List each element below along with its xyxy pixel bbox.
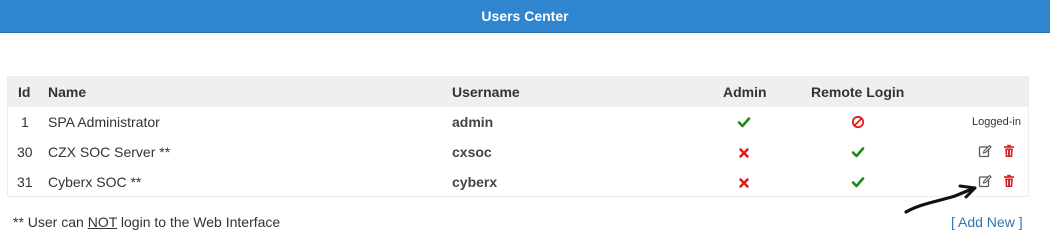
table-header-row: Id Name Username Admin Remote Login <box>8 77 1028 107</box>
add-new-link[interactable]: [ Add New ] <box>951 214 1023 230</box>
column-header-id: Id <box>18 84 31 100</box>
user-id: 31 <box>17 174 33 190</box>
status-badge: Logged-in <box>972 116 1021 128</box>
column-header-name: Name <box>48 84 87 100</box>
column-header-username: Username <box>452 84 520 100</box>
check-icon <box>737 117 751 128</box>
table-row: 31 Cyberx SOC ** cyberx <box>8 167 1028 197</box>
table-row: 1 SPA Administrator admin Logged-in <box>8 107 1028 137</box>
check-icon <box>851 177 865 188</box>
delete-icon[interactable] <box>1002 174 1016 188</box>
user-username: cxsoc <box>452 144 492 160</box>
footnote-suffix: login to the Web Interface <box>117 214 281 230</box>
user-name: Cyberx SOC ** <box>48 174 142 190</box>
user-username: admin <box>452 114 494 130</box>
edit-icon[interactable] <box>978 174 992 188</box>
forbidden-icon <box>851 115 865 129</box>
cross-icon <box>739 178 749 188</box>
user-name: SPA Administrator <box>48 114 160 130</box>
column-header-remote-login: Remote Login <box>811 84 905 100</box>
footnote-emphasis: NOT <box>87 214 118 230</box>
table-row: 30 CZX SOC Server ** cxsoc <box>8 137 1028 167</box>
users-table: Id Name Username Admin Remote Login 1 SP… <box>7 76 1029 197</box>
check-icon <box>851 147 865 158</box>
column-header-admin: Admin <box>723 84 767 100</box>
page-title: Users Center <box>481 8 569 24</box>
user-username: cyberx <box>452 174 498 190</box>
pointer-arrow-annotation <box>904 184 977 214</box>
user-id: 30 <box>17 144 33 160</box>
delete-icon[interactable] <box>1002 144 1016 158</box>
footnote-prefix: ** User can <box>13 214 88 230</box>
footnote: ** User can NOT login to the Web Interfa… <box>13 214 280 230</box>
cross-icon <box>739 148 749 158</box>
user-name: CZX SOC Server ** <box>48 144 171 160</box>
user-id: 1 <box>21 114 29 130</box>
page-header: Users Center <box>0 0 1050 33</box>
edit-icon[interactable] <box>978 144 992 158</box>
